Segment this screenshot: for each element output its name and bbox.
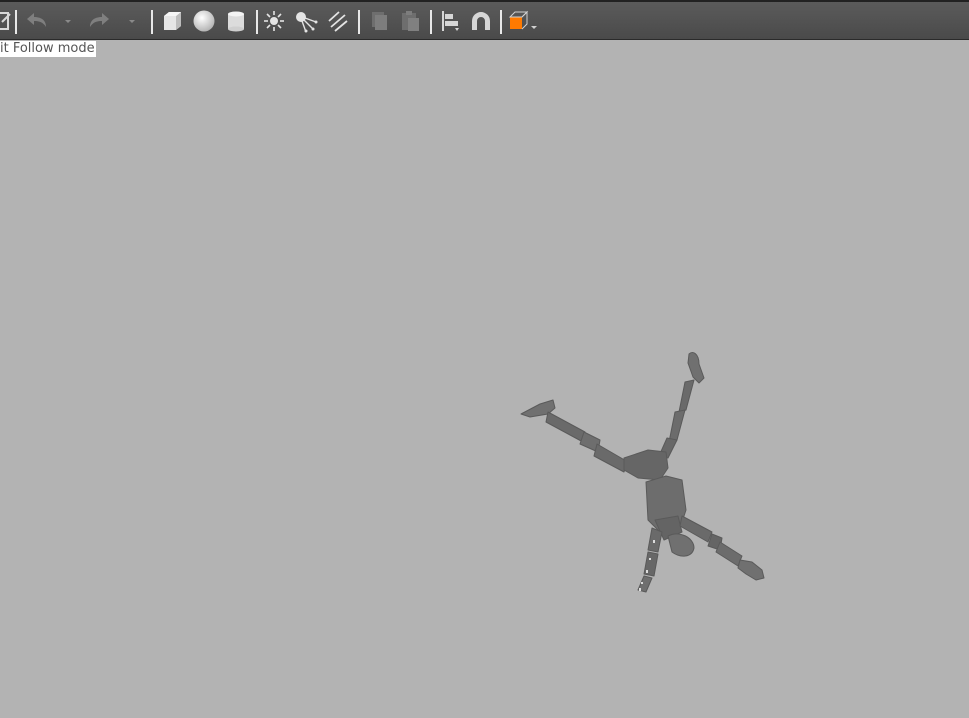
toolbar-separator (151, 10, 153, 34)
toolbar-separator (15, 10, 17, 34)
redo-icon[interactable] (84, 9, 114, 33)
directional-light-icon[interactable] (324, 9, 352, 33)
toolbar-separator (500, 10, 502, 34)
redo-dropdown-icon[interactable] (122, 9, 142, 33)
paste-icon[interactable] (396, 9, 424, 33)
3d-viewport[interactable] (0, 40, 969, 718)
point-light-icon[interactable] (261, 9, 287, 33)
toolbar-separator (430, 10, 432, 34)
copy-icon[interactable] (364, 9, 392, 33)
humanoid-model[interactable] (0, 40, 969, 718)
undo-icon[interactable] (22, 9, 52, 33)
view-angle-icon[interactable] (506, 9, 540, 33)
snap-magnet-icon[interactable] (467, 9, 495, 33)
align-icon[interactable] (436, 9, 464, 33)
view-icon[interactable] (0, 9, 12, 33)
spot-light-icon[interactable] (292, 9, 320, 33)
box-shape-icon[interactable] (158, 9, 186, 33)
gazebo-window: it Follow mode (0, 0, 969, 718)
cylinder-shape-icon[interactable] (222, 9, 250, 33)
undo-dropdown-icon[interactable] (58, 9, 78, 33)
toolbar-separator (256, 10, 258, 34)
toolbar-separator (358, 10, 360, 34)
toolbar (0, 0, 969, 40)
follow-mode-label: it Follow mode (0, 41, 96, 57)
sphere-shape-icon[interactable] (190, 9, 218, 33)
